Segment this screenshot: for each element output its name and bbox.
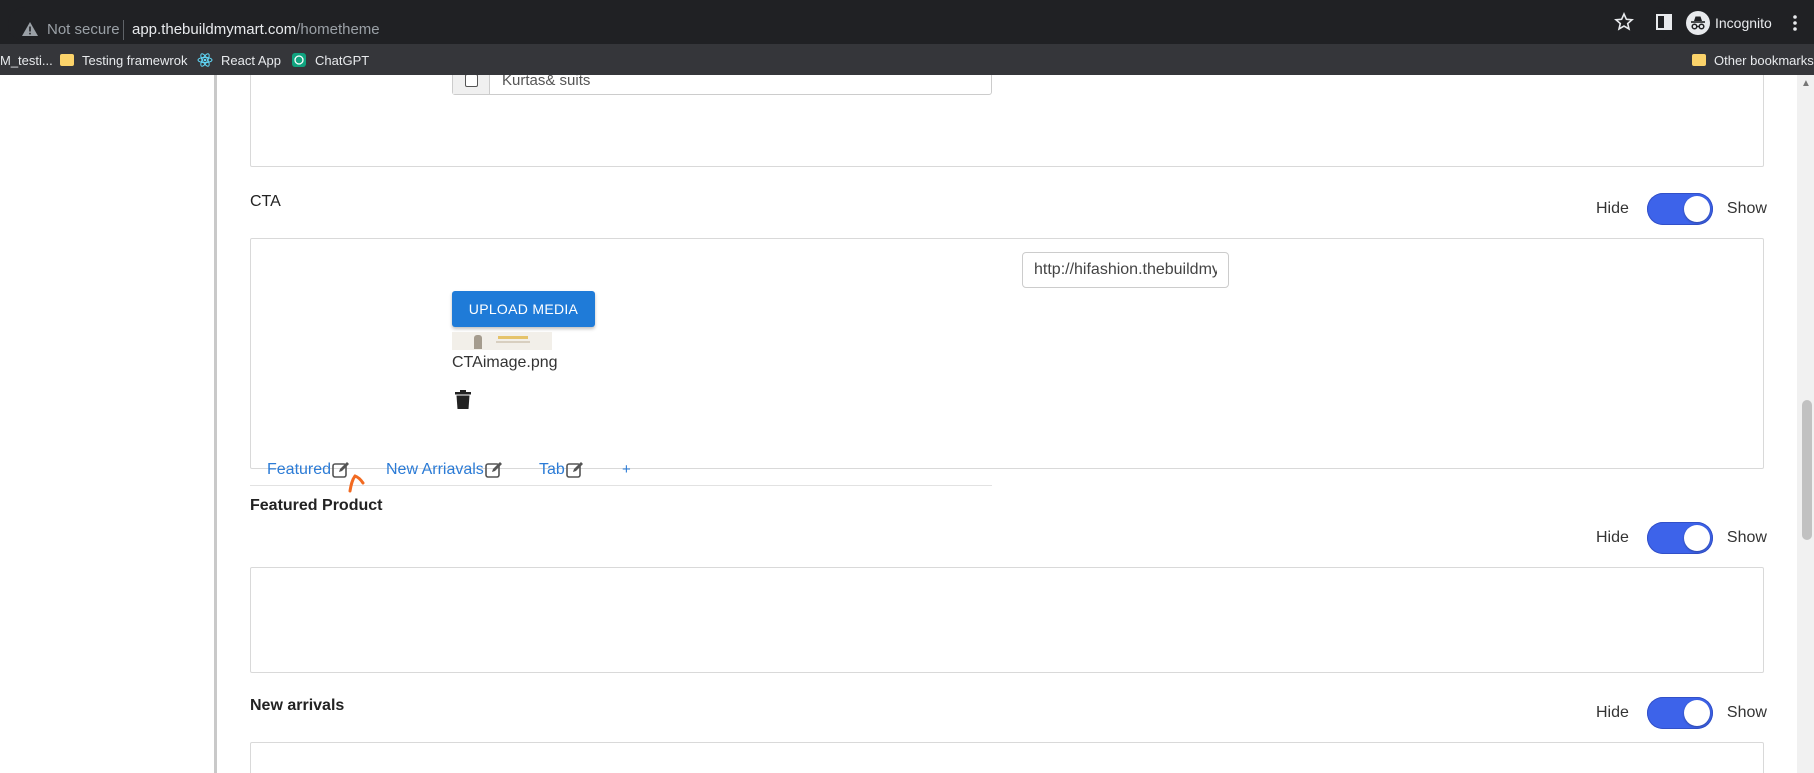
featured-visibility-toggle-group: Hide Show	[1596, 522, 1767, 554]
show-label: Show	[1726, 704, 1767, 721]
add-tab-button[interactable]: +	[622, 461, 631, 478]
url-host: app.thebuildmymart.com	[132, 21, 297, 38]
show-label: Show	[1726, 529, 1767, 546]
cta-visibility-toggle[interactable]	[1646, 193, 1713, 225]
featured-visibility-toggle[interactable]	[1646, 522, 1713, 554]
bookmarks-bar: M_testi... Testing framewrok React App C…	[0, 44, 1814, 75]
incognito-icon[interactable]	[1686, 11, 1710, 35]
tab-label: New Arriavals	[386, 461, 484, 478]
bookmark-label: Testing framewrok	[82, 52, 188, 68]
scrollbar-thumb[interactable]	[1802, 400, 1812, 540]
react-icon	[197, 53, 213, 67]
hide-label: Hide	[1596, 200, 1629, 217]
browser-chrome: Not secure app.thebuildmymart.com/hometh…	[0, 0, 1814, 75]
file-name: CTAimage.png	[452, 354, 558, 371]
bookmark-star-icon[interactable]	[1614, 12, 1634, 32]
chatgpt-icon	[292, 53, 306, 67]
folder-icon	[1692, 54, 1706, 66]
new-arrivals-visibility-toggle[interactable]	[1646, 697, 1713, 729]
tab-featured[interactable]: Featured	[267, 461, 350, 479]
side-panel-icon[interactable]	[1656, 14, 1672, 30]
tab-label: Tab	[539, 461, 565, 478]
other-bookmarks[interactable]: Other bookmarks	[1692, 50, 1814, 70]
toggle-knob	[1683, 525, 1710, 551]
featured-product-title: Featured Product	[250, 497, 383, 514]
url-text[interactable]: app.thebuildmymart.com/hometheme	[132, 21, 380, 38]
tab-tab[interactable]: Tab	[539, 461, 584, 479]
new-arrivals-title: New arrivals	[250, 697, 345, 714]
new-arrivals-card	[250, 742, 1764, 773]
cta-title: CTA	[250, 193, 281, 210]
toggle-knob	[1683, 196, 1710, 222]
cta-link-input[interactable]	[1022, 252, 1229, 288]
page-content: Kurtas& suits CTA Hide Show UPLOAD MEDIA…	[0, 75, 1814, 773]
edit-icon[interactable]	[565, 461, 584, 479]
tab-label: Featured	[267, 461, 332, 478]
upload-media-button[interactable]: UPLOAD MEDIA	[452, 291, 595, 327]
security-label[interactable]: Not secure	[47, 21, 120, 38]
address-bar[interactable]: Not secure app.thebuildmymart.com/hometh…	[8, 7, 1673, 41]
new-arrivals-visibility-toggle-group: Hide Show	[1596, 697, 1767, 729]
edit-icon[interactable]	[485, 461, 503, 479]
sidebar-area	[0, 75, 214, 773]
address-separator	[123, 20, 124, 40]
toggle-knob	[1683, 700, 1710, 726]
show-label: Show	[1726, 200, 1767, 217]
bookmark-label: React App	[221, 52, 281, 68]
bookmark-item[interactable]: Testing framewrok	[60, 50, 187, 70]
address-row: Not secure app.thebuildmymart.com/hometh…	[0, 0, 1814, 44]
category-checkbox[interactable]	[464, 75, 478, 87]
content-border	[214, 75, 217, 773]
featured-products-card	[250, 567, 1764, 673]
kebab-menu-icon[interactable]	[1792, 14, 1798, 32]
bookmark-item[interactable]: M_testi...	[0, 50, 53, 70]
bookmark-item[interactable]: React App	[197, 50, 281, 70]
category-label: Kurtas& suits	[502, 75, 591, 89]
profile-label[interactable]: Incognito	[1715, 15, 1772, 31]
tab-new-arrivals[interactable]: New Arriavals	[386, 461, 503, 479]
category-checkbox-wrap	[453, 75, 490, 94]
folder-icon	[60, 54, 74, 66]
hide-label: Hide	[1596, 529, 1629, 546]
other-bookmarks-label: Other bookmarks	[1714, 52, 1814, 68]
url-path: /hometheme	[296, 21, 380, 38]
category-option[interactable]: Kurtas& suits	[452, 75, 992, 95]
hide-label: Hide	[1596, 704, 1629, 721]
trash-icon[interactable]	[455, 390, 471, 409]
warning-icon[interactable]	[22, 22, 38, 36]
bookmark-label: ChatGPT	[315, 52, 370, 68]
bookmark-item[interactable]: ChatGPT	[291, 50, 369, 70]
bookmark-label: M_testi...	[0, 52, 53, 68]
annotation-arrow-icon	[348, 474, 365, 493]
scroll-up-icon[interactable]: ▲	[1801, 78, 1811, 89]
cta-visibility-toggle-group: Hide Show	[1596, 193, 1767, 225]
cta-image-thumbnail	[452, 332, 552, 350]
